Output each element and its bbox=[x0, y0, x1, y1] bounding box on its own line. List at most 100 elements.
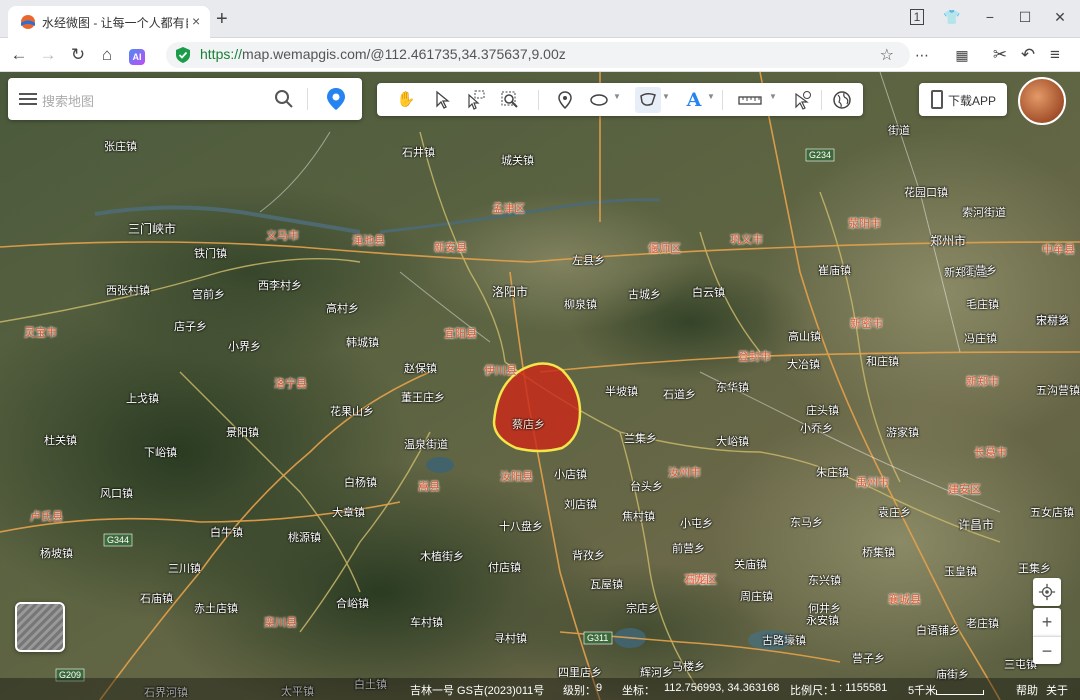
location-pin-icon[interactable] bbox=[326, 87, 346, 111]
bookmark-star-icon[interactable]: ☆ bbox=[880, 45, 894, 65]
text-dropdown-icon[interactable]: ▼ bbox=[707, 92, 715, 101]
download-app-button[interactable]: 下载APP bbox=[919, 83, 1007, 116]
secure-shield-icon bbox=[176, 47, 190, 63]
label-cuimiao: 崔庙镇 bbox=[818, 265, 851, 277]
label-songxian: 嵩县 bbox=[418, 481, 440, 493]
text-annotate-icon[interactable]: A bbox=[681, 87, 707, 113]
label-zuoxian: 左县乡 bbox=[572, 255, 605, 267]
label-weidian: 街道 bbox=[888, 125, 910, 137]
close-window-button[interactable]: ✕ bbox=[1046, 5, 1074, 29]
label-xiayu: 下峪镇 bbox=[144, 447, 177, 459]
label-wangluo: 桥集镇 bbox=[862, 547, 895, 559]
globe-icon[interactable] bbox=[829, 87, 855, 113]
menu-icon[interactable]: ≡ bbox=[1043, 43, 1067, 67]
ellipse-dropdown-icon[interactable]: ▼ bbox=[613, 92, 621, 101]
phone-icon bbox=[931, 90, 943, 109]
label-donghua: 东华镇 bbox=[716, 382, 749, 394]
coordinate-label: 坐标： bbox=[622, 685, 655, 697]
label-mengjin: 孟津区 bbox=[492, 203, 525, 215]
apps-grid-icon[interactable]: ▦ bbox=[950, 43, 974, 67]
measure-dropdown-icon[interactable]: ▼ bbox=[769, 92, 777, 101]
search-box[interactable]: 搜索地图 bbox=[8, 78, 362, 120]
label-dayu: 大峪镇 bbox=[716, 436, 749, 448]
hamburger-menu-icon[interactable] bbox=[19, 90, 37, 108]
search-input[interactable]: 搜索地图 bbox=[42, 91, 94, 110]
url-text: https://map.wemapgis.com/@112.461735,34.… bbox=[200, 46, 566, 62]
zoom-in-button[interactable]: + bbox=[1033, 608, 1061, 636]
label-xilicun: 西李村乡 bbox=[258, 280, 302, 292]
zoom-area-icon[interactable] bbox=[497, 87, 523, 113]
label-huaguoshan: 花果山乡 bbox=[330, 406, 374, 418]
label-fangdao: 朱庄镇 bbox=[816, 467, 849, 479]
label-tangjie: 东兴镇 bbox=[808, 575, 841, 587]
label-malou: 马楼乡 bbox=[672, 661, 705, 673]
label-fudian: 付店镇 bbox=[488, 562, 521, 574]
home-icon[interactable]: ⌂ bbox=[95, 43, 119, 67]
label-luanchuan: 栾川县 bbox=[264, 617, 297, 629]
label-dianzi: 店子乡 bbox=[174, 321, 207, 333]
ellipse-draw-icon[interactable] bbox=[586, 87, 612, 113]
label-shidao: 石道乡 bbox=[663, 389, 696, 401]
about-link[interactable]: 关于 bbox=[1046, 682, 1068, 698]
label-xiaotun: 小屯乡 bbox=[680, 518, 713, 530]
hand-pan-icon[interactable]: ✋ bbox=[393, 87, 419, 113]
label-gongqian: 宫前乡 bbox=[192, 289, 225, 301]
box-select-icon[interactable] bbox=[463, 87, 489, 113]
minimize-button[interactable]: − bbox=[976, 5, 1004, 29]
skin-icon[interactable]: 👕 bbox=[938, 5, 966, 29]
help-link[interactable]: 帮助 bbox=[1016, 682, 1038, 698]
label-yulin: 玉皇镇 bbox=[944, 566, 977, 578]
search-icon[interactable] bbox=[274, 89, 294, 109]
road-g311-label: G311 bbox=[587, 633, 608, 643]
tab-title: 水经微图 - 让每一个人都有自 bbox=[42, 16, 188, 30]
label-wunv: 五女店镇 bbox=[1030, 507, 1074, 519]
more-options-icon[interactable]: ⋯ bbox=[910, 43, 934, 67]
zoom-out-button[interactable]: − bbox=[1033, 636, 1061, 664]
reload-icon[interactable]: ↻ bbox=[66, 43, 90, 67]
label-taitou: 台头乡 bbox=[630, 481, 663, 493]
label-banpo: 半坡镇 bbox=[605, 386, 638, 398]
label-zhouzhuang: 周庄镇 bbox=[740, 591, 773, 603]
address-bar[interactable]: https://map.wemapgis.com/@112.461735,34.… bbox=[166, 42, 910, 68]
label-liudian: 刘店镇 bbox=[564, 499, 597, 511]
label-xizhangcun: 西张村镇 bbox=[106, 285, 150, 297]
label-caidian: 蔡店乡 bbox=[512, 419, 545, 431]
back-icon[interactable]: ← bbox=[7, 43, 31, 67]
scissors-icon[interactable]: ✂ bbox=[988, 43, 1012, 67]
zoom-level-label: 级别： bbox=[563, 685, 596, 697]
label-heyu: 合峪镇 bbox=[336, 598, 369, 610]
toolbar-divider bbox=[821, 90, 822, 110]
basemap-switcher[interactable] bbox=[15, 602, 65, 652]
map-canvas[interactable]: G234 G344 G311 G209 三门峡市 洛阳市 郑州市 许昌市 伊川县… bbox=[0, 72, 1080, 700]
new-tab-button[interactable]: + bbox=[216, 9, 228, 29]
label-zhengzhou: 郑州市 bbox=[930, 234, 967, 248]
browser-tab[interactable]: 水经微图 - 让每一个人都有自 × bbox=[8, 6, 210, 38]
label-deting: 白杨镇 bbox=[344, 477, 377, 489]
polygon-draw-icon[interactable] bbox=[635, 87, 661, 113]
label-sanmenxia: 三门峡市 bbox=[128, 222, 177, 236]
label-shilong: 石龙区 bbox=[684, 574, 717, 586]
ruler-measure-icon[interactable] bbox=[735, 87, 765, 113]
browser-nav-bar: ← → ↻ ⌂ AI https://map.wemapgis.com/@112… bbox=[0, 38, 1080, 72]
undo-icon[interactable]: ↶ bbox=[1016, 43, 1040, 67]
search-divider bbox=[307, 88, 308, 110]
locate-me-button[interactable] bbox=[1033, 578, 1061, 606]
tab-close-icon[interactable]: × bbox=[192, 13, 200, 29]
label-wawu: 瓦屋镇 bbox=[590, 579, 623, 591]
ai-icon[interactable]: AI bbox=[125, 43, 149, 67]
maximize-button[interactable]: ☐ bbox=[1011, 5, 1039, 29]
marker-point-icon[interactable] bbox=[552, 87, 578, 113]
road-g234-label: G234 bbox=[809, 150, 831, 160]
label-xinmi: 新密市 bbox=[850, 318, 883, 330]
label-dakui: 和庄镇 bbox=[866, 356, 899, 368]
label-xiangcheng: 襄城县 bbox=[888, 594, 921, 606]
label-yuzhou: 禹州市 bbox=[856, 477, 889, 489]
pointer-select-icon[interactable] bbox=[429, 87, 455, 113]
label-dama: 五沟营镇 bbox=[1036, 385, 1080, 397]
tab-count-button[interactable]: 1 bbox=[903, 5, 931, 29]
identify-pointer-icon[interactable] bbox=[789, 87, 815, 113]
forward-icon[interactable]: → bbox=[36, 43, 60, 67]
user-avatar[interactable] bbox=[1018, 77, 1066, 125]
polygon-dropdown-icon[interactable]: ▼ bbox=[662, 92, 670, 101]
label-daye: 大冶镇 bbox=[787, 359, 820, 371]
